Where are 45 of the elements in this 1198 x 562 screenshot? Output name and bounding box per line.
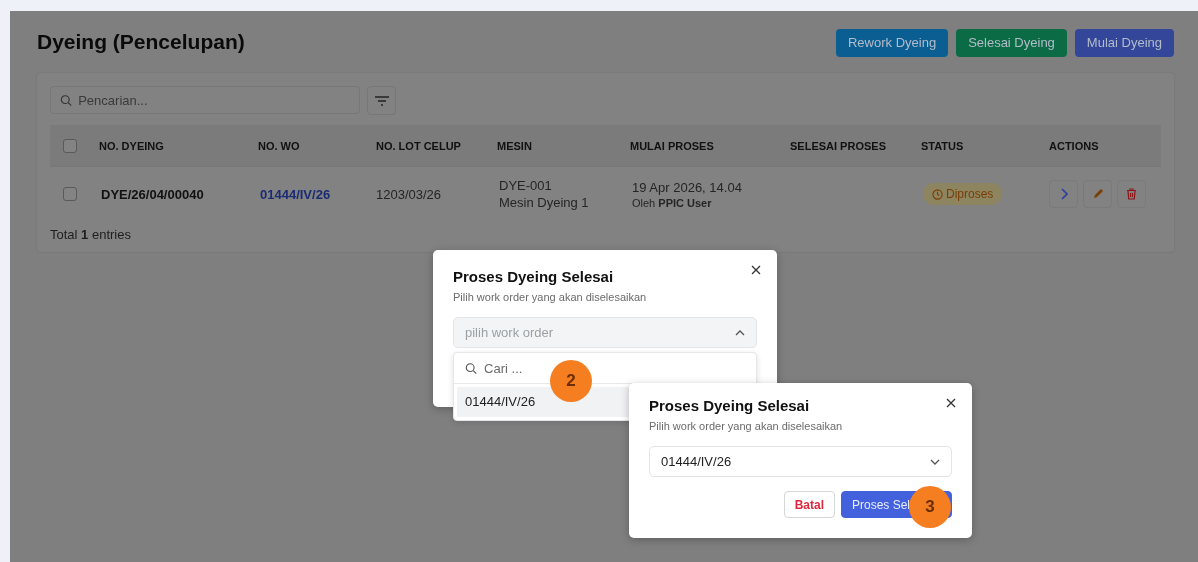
dialog-title: Proses Dyeing Selesai — [453, 268, 614, 285]
action-button[interactable]: Selesai Dyeing — [956, 28, 1067, 57]
action-button[interactable]: Rework Dyeing — [835, 28, 949, 57]
column-header: NO. LOT CELUP — [376, 139, 462, 152]
column-header: MULAI PROSES — [630, 139, 715, 152]
column-header: NO. WO — [258, 139, 301, 152]
filter-icon — [373, 94, 390, 107]
search-icon — [465, 361, 478, 375]
search-field[interactable]: Pencarian... — [50, 86, 360, 114]
clock-icon — [932, 188, 943, 200]
page-title: Dyeing (Pencelupan) — [37, 30, 245, 54]
trash-icon — [1126, 188, 1137, 200]
close-icon[interactable] — [751, 265, 761, 275]
view-button[interactable] — [1049, 180, 1078, 208]
caret-icon — [735, 329, 745, 336]
started-by: Oleh PPIC User — [632, 196, 713, 209]
column-header: MESIN — [497, 139, 533, 152]
checkbox[interactable] — [63, 138, 77, 153]
column-header: NO. DYEING — [99, 139, 165, 152]
column-header: STATUS — [921, 139, 965, 152]
work-order-select[interactable]: pilih work order — [453, 317, 757, 348]
dialog-subtitle: Pilih work order yang akan diselesaikan — [649, 420, 844, 432]
work-order-select[interactable]: 01444/IV/26 — [649, 446, 952, 477]
pencil-icon — [1091, 188, 1104, 200]
delete-button[interactable] — [1117, 180, 1146, 208]
table-cell-text: 1203/03/26 — [376, 186, 443, 202]
table-cell-text: DYE/26/04/00040 — [100, 186, 205, 202]
search-icon — [60, 93, 73, 107]
column-header: SELESAI PROSES — [790, 139, 887, 152]
close-icon[interactable] — [946, 398, 956, 408]
start-time: 19 Apr 2026, 14.04 — [632, 179, 743, 195]
status-badge: Diproses — [923, 183, 1003, 205]
machine-code: DYE-001 — [499, 178, 553, 193]
action-button[interactable]: Mulai Dyeing — [1074, 28, 1174, 57]
machine-name: Mesin Dyeing 1 — [499, 195, 590, 210]
work-order-link[interactable]: 01444/IV/26 — [258, 186, 376, 202]
edit-button[interactable] — [1083, 180, 1112, 208]
cancel-button[interactable]: Batal — [783, 491, 835, 518]
filter-button[interactable] — [367, 86, 396, 115]
chevron-right-icon — [1059, 188, 1068, 200]
caret-icon — [930, 458, 940, 465]
total-entries: Total 1 entries — [50, 227, 132, 242]
checkbox[interactable] — [63, 187, 77, 201]
column-header: ACTIONS — [1049, 139, 1100, 152]
dialog-subtitle: Pilih work order yang akan diselesaikan — [453, 291, 648, 303]
